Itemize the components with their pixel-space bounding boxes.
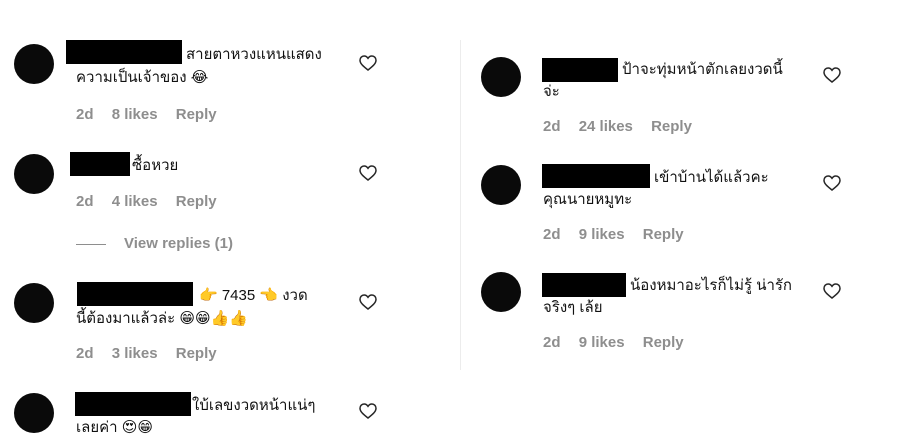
comment-meta: 2d 4 likes Reply bbox=[76, 193, 231, 210]
comment-text-line2: คุณนายหมูทะ bbox=[543, 191, 633, 208]
timestamp: 2d bbox=[543, 226, 561, 243]
heart-icon[interactable] bbox=[823, 175, 841, 191]
comment-text-line1: ป้าจะทุ่มหน้าตักเลยงวดนี้ bbox=[622, 61, 783, 78]
redacted-username bbox=[70, 152, 130, 176]
timestamp: 2d bbox=[76, 345, 94, 362]
heart-icon[interactable] bbox=[823, 283, 841, 299]
likes-count[interactable]: 3 likes bbox=[112, 345, 158, 362]
likes-count[interactable]: 8 likes bbox=[112, 106, 158, 123]
comment-text-line1: น้องหมาอะไรก็ไม่รู้ น่ารัก bbox=[630, 277, 793, 294]
reply-button[interactable]: Reply bbox=[651, 118, 692, 135]
comment-text-line2: เลยค่า 😍😁 bbox=[76, 419, 154, 436]
comment-text-line1: ใบ้เลขงวดหน้าแน่ๆ bbox=[192, 397, 316, 414]
reply-button[interactable]: Reply bbox=[176, 193, 217, 210]
avatar[interactable] bbox=[14, 154, 54, 194]
replies-line bbox=[76, 243, 106, 245]
comment-text-line1: ซื้อหวย bbox=[132, 157, 179, 174]
reply-button[interactable]: Reply bbox=[643, 226, 684, 243]
avatar[interactable] bbox=[481, 165, 521, 205]
heart-icon[interactable] bbox=[359, 55, 377, 71]
timestamp: 2d bbox=[76, 193, 94, 210]
comment-meta: 2d 24 likes Reply bbox=[543, 118, 706, 135]
comment-text-line1: สายตาหวงแหนแสดง bbox=[186, 46, 322, 63]
heart-icon[interactable] bbox=[359, 403, 377, 419]
redacted-username bbox=[542, 164, 650, 188]
column-divider bbox=[460, 40, 461, 370]
redacted-username bbox=[542, 273, 626, 297]
avatar[interactable] bbox=[14, 44, 54, 84]
view-replies-label: View replies (1) bbox=[124, 235, 233, 252]
comment-meta: 2d 9 likes Reply bbox=[543, 334, 698, 351]
avatar[interactable] bbox=[14, 393, 54, 433]
likes-count[interactable]: 4 likes bbox=[112, 193, 158, 210]
comment-meta: 2d 8 likes Reply bbox=[76, 106, 231, 123]
comment-text-line2: ความเป็นเจ้าของ 😂 bbox=[76, 69, 209, 86]
avatar[interactable] bbox=[481, 272, 521, 312]
comment-text-line2: จ่ะ bbox=[543, 83, 560, 100]
redacted-username bbox=[66, 40, 182, 64]
heart-icon[interactable] bbox=[359, 165, 377, 181]
comment-text-line1: 👉 7435 👈 งวด bbox=[199, 287, 308, 304]
avatar[interactable] bbox=[14, 283, 54, 323]
redacted-username bbox=[542, 58, 618, 82]
reply-button[interactable]: Reply bbox=[643, 334, 684, 351]
timestamp: 2d bbox=[76, 106, 94, 123]
reply-button[interactable]: Reply bbox=[176, 106, 217, 123]
timestamp: 2d bbox=[543, 334, 561, 351]
heart-icon[interactable] bbox=[359, 294, 377, 310]
avatar[interactable] bbox=[481, 57, 521, 97]
reply-button[interactable]: Reply bbox=[176, 345, 217, 362]
redacted-username bbox=[77, 282, 193, 306]
likes-count[interactable]: 24 likes bbox=[579, 118, 633, 135]
likes-count[interactable]: 9 likes bbox=[579, 226, 625, 243]
comment-text-line1: เข้าบ้านได้แล้วคะ bbox=[654, 169, 769, 186]
redacted-username bbox=[75, 392, 191, 416]
likes-count[interactable]: 9 likes bbox=[579, 334, 625, 351]
comment-text-line2: นี้ต้องมาแล้วล่ะ 😁😁👍👍 bbox=[76, 310, 248, 327]
view-replies-button[interactable]: View replies (1) bbox=[76, 235, 233, 252]
comment-meta: 2d 9 likes Reply bbox=[543, 226, 698, 243]
comment-text-line2: จริงๆ เล้ย bbox=[543, 299, 603, 316]
timestamp: 2d bbox=[543, 118, 561, 135]
comment-meta: 2d 3 likes Reply bbox=[76, 345, 231, 362]
heart-icon[interactable] bbox=[823, 67, 841, 83]
